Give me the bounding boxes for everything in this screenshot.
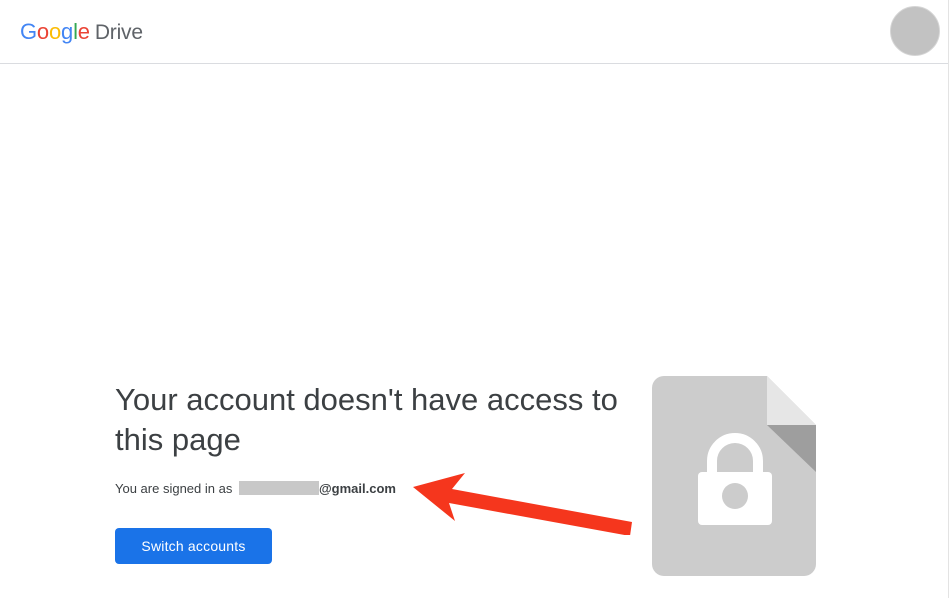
redacted-username: [238, 481, 319, 495]
signed-in-label: You are signed in as: [115, 481, 233, 496]
red-arrow-icon: [413, 473, 632, 535]
product-name: Drive: [94, 21, 143, 44]
email-domain: @gmail.com: [318, 481, 396, 496]
account-avatar[interactable]: [890, 6, 940, 56]
app-header: Google Drive: [0, 0, 949, 64]
logo-letter: o: [36, 19, 49, 44]
logo-letter: G: [20, 19, 37, 44]
logo-letter: e: [77, 19, 90, 44]
locked-document-icon: [652, 376, 816, 576]
google-drive-logo[interactable]: Google Drive: [20, 19, 143, 46]
signed-in-notice: You are signed in as @gmail.com: [115, 480, 396, 498]
google-wordmark: Google: [20, 19, 90, 44]
logo-letter: g: [61, 19, 74, 44]
switch-accounts-button[interactable]: Switch accounts: [115, 528, 272, 564]
page-title: Your account doesn't have access to this…: [115, 382, 618, 457]
logo-letter: o: [48, 19, 62, 44]
